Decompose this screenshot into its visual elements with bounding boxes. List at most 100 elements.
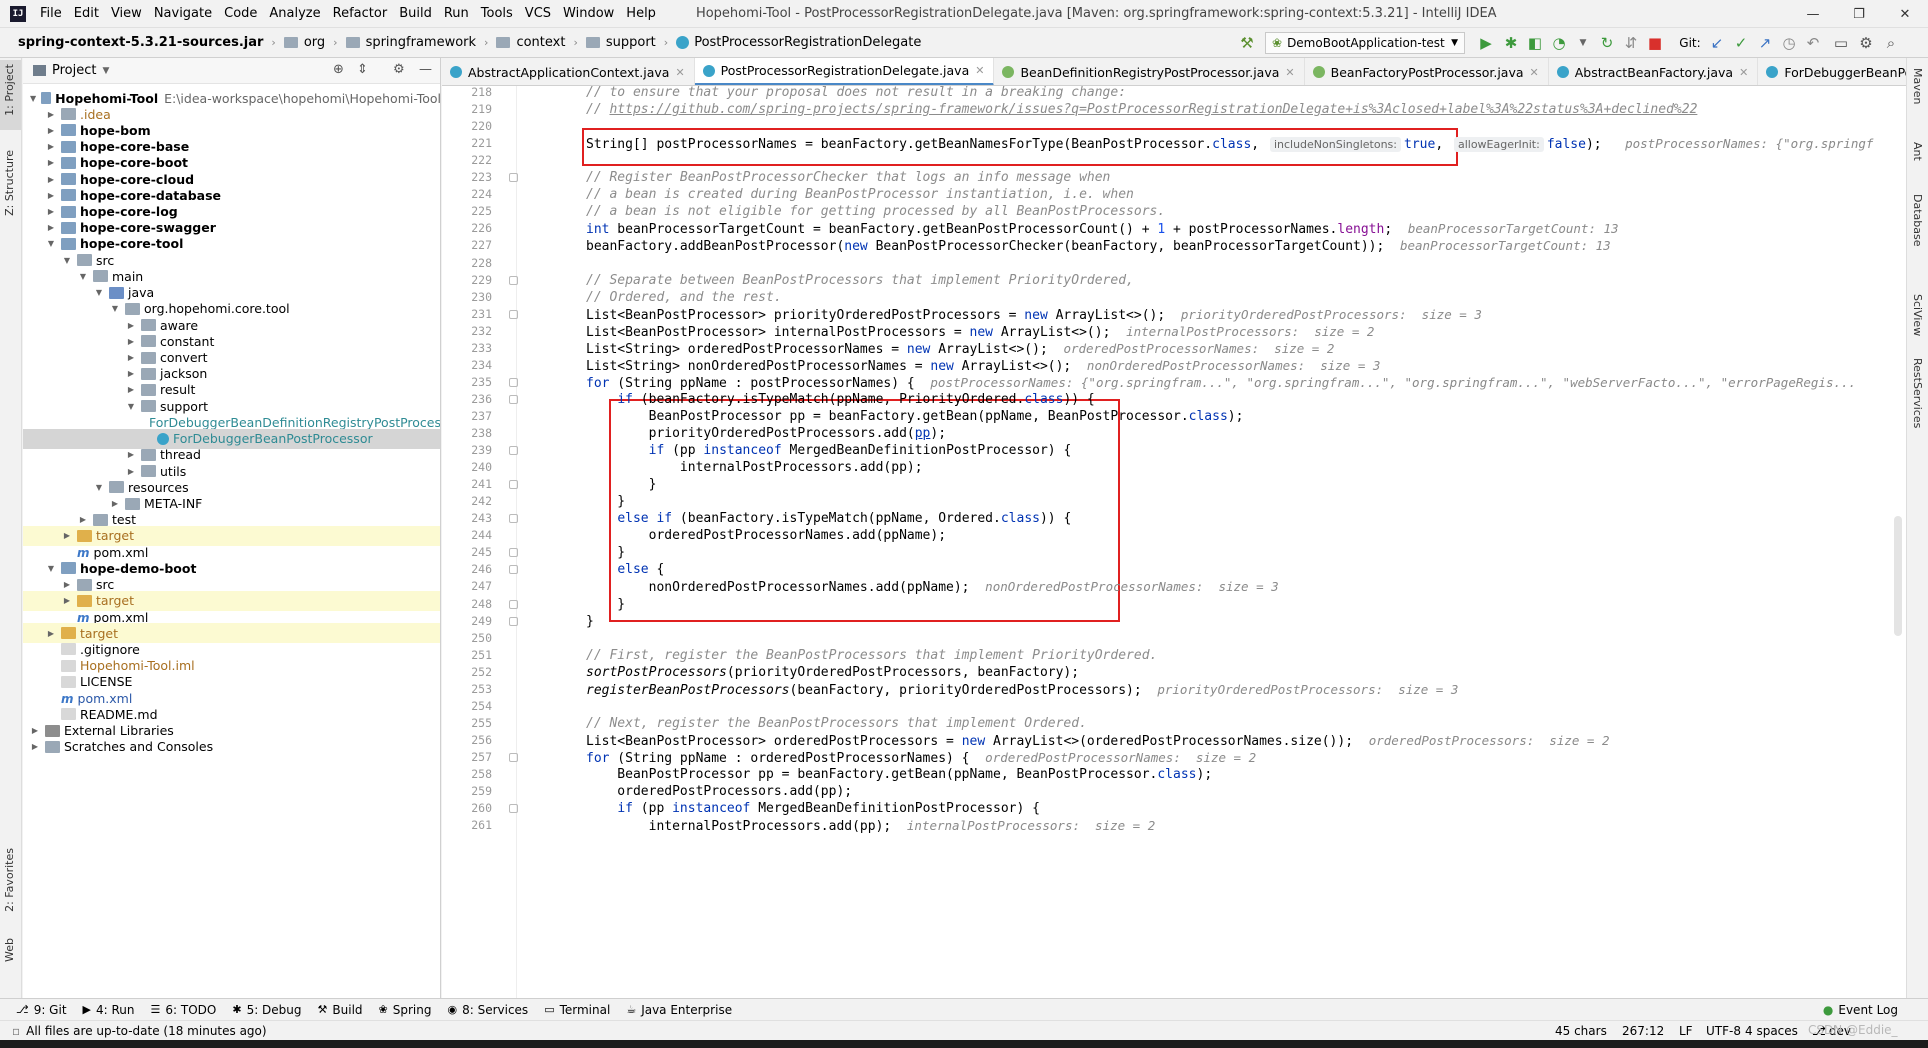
fold-marker-icon[interactable]: [509, 752, 518, 762]
fold-marker-icon[interactable]: [509, 548, 518, 558]
event-log-tab[interactable]: ● Event Log: [1823, 1003, 1898, 1017]
git-history-icon[interactable]: ◷: [1778, 33, 1800, 53]
expand-arrow-icon[interactable]: ▼: [45, 239, 57, 248]
build-hammer-icon[interactable]: ⚒: [1236, 33, 1258, 53]
collapse-arrow-icon[interactable]: ▶: [45, 110, 57, 119]
bottom-tool-debug[interactable]: ✱ 5: Debug: [232, 1003, 301, 1017]
menu-edit[interactable]: Edit: [68, 0, 105, 28]
menu-run[interactable]: Run: [438, 0, 475, 28]
fold-marker-icon[interactable]: [509, 394, 518, 404]
breadcrumb-item[interactable]: spring-context-5.3.21-sources.jar: [18, 35, 263, 50]
close-tab-icon[interactable]: ✕: [675, 66, 684, 79]
close-button[interactable]: ✕: [1882, 0, 1928, 28]
editor-tab[interactable]: BeanFactoryPostProcessor.java ✕: [1305, 58, 1549, 85]
run-icon[interactable]: ▶: [1475, 33, 1497, 53]
stop-icon[interactable]: ■: [1644, 33, 1666, 53]
settings-icon[interactable]: ⚙: [1855, 33, 1877, 53]
maven-tool-tab[interactable]: Maven: [1911, 68, 1924, 104]
collapse-arrow-icon[interactable]: ▶: [29, 726, 41, 735]
status-caret-position[interactable]: 267:12: [1622, 1024, 1664, 1038]
collapse-arrow-icon[interactable]: ▶: [45, 142, 57, 151]
fold-marker-icon[interactable]: [509, 275, 518, 285]
expand-arrow-icon[interactable]: ▼: [45, 564, 57, 573]
collapse-arrow-icon[interactable]: ▶: [45, 223, 57, 232]
database-tool-tab[interactable]: Database: [1911, 194, 1924, 247]
favorites-tool-tab[interactable]: 2: Favorites: [3, 848, 16, 912]
git-rollback-icon[interactable]: ↶: [1802, 33, 1824, 53]
menu-navigate[interactable]: Navigate: [148, 0, 218, 28]
chevron-down-icon[interactable]: ▼: [102, 66, 109, 76]
ant-tool-tab[interactable]: Ant: [1911, 142, 1924, 161]
close-tab-icon[interactable]: ✕: [1739, 66, 1748, 79]
fold-marker-icon[interactable]: [509, 480, 518, 490]
restservices-tool-tab[interactable]: RestServices: [1911, 358, 1924, 428]
collapse-arrow-icon[interactable]: ▶: [77, 515, 89, 524]
menu-help[interactable]: Help: [620, 0, 662, 28]
fold-marker-icon[interactable]: [509, 309, 518, 319]
bottom-tool-spring[interactable]: ❀ Spring: [379, 1003, 432, 1017]
project-panel-title[interactable]: Project: [52, 63, 96, 78]
fold-marker-icon[interactable]: [509, 446, 518, 456]
menu-analyze[interactable]: Analyze: [263, 0, 326, 28]
collapse-arrow-icon[interactable]: ▶: [125, 369, 137, 378]
coverage-icon[interactable]: ◧: [1524, 33, 1546, 53]
bottom-tool-todo[interactable]: ☰ 6: TODO: [151, 1003, 217, 1017]
bottom-tool-git[interactable]: ⎇ 9: Git: [16, 1003, 67, 1017]
menu-vcs[interactable]: VCS: [519, 0, 557, 28]
locate-file-icon[interactable]: ⊕: [333, 62, 344, 77]
structure-tool-tab[interactable]: Z: Structure: [3, 150, 16, 216]
fold-marker-icon[interactable]: [509, 173, 518, 183]
breadcrumb-item[interactable]: PostProcessorRegistrationDelegate: [676, 35, 921, 50]
expand-arrow-icon[interactable]: ▼: [125, 402, 137, 411]
sciview-tool-tab[interactable]: SciView: [1911, 294, 1924, 336]
fold-marker-icon[interactable]: [509, 565, 518, 575]
collapse-arrow-icon[interactable]: ▶: [125, 321, 137, 330]
fold-marker-icon[interactable]: [509, 599, 518, 609]
project-tool-tab[interactable]: 1: Project: [3, 64, 16, 116]
status-tool-windows-icon[interactable]: ▫: [12, 1024, 20, 1038]
expand-arrow-icon[interactable]: ▼: [109, 304, 121, 313]
menu-build[interactable]: Build: [393, 0, 438, 28]
gear-icon[interactable]: ⚙: [393, 62, 405, 77]
collapse-arrow-icon[interactable]: ▶: [109, 499, 121, 508]
search-icon[interactable]: ⌕: [1880, 33, 1902, 53]
expand-arrow-icon[interactable]: ▼: [29, 94, 37, 103]
close-tab-icon[interactable]: ✕: [1285, 66, 1294, 79]
bottom-tool-java-enterprise[interactable]: ☕ Java Enterprise: [626, 1003, 732, 1017]
bottom-tool-build[interactable]: ⚒ Build: [318, 1003, 363, 1017]
status-encoding[interactable]: UTF-8: [1706, 1024, 1741, 1038]
close-tab-icon[interactable]: ✕: [975, 64, 984, 77]
collapse-arrow-icon[interactable]: ▶: [45, 175, 57, 184]
collapse-arrow-icon[interactable]: ▶: [125, 450, 137, 459]
fold-marker-icon[interactable]: [509, 616, 518, 626]
collapse-arrow-icon[interactable]: ▶: [29, 742, 41, 751]
maximize-button[interactable]: ❐: [1836, 0, 1882, 28]
search-everywhere-icon[interactable]: ▭: [1830, 33, 1852, 53]
collapse-arrow-icon[interactable]: ▶: [125, 337, 137, 346]
close-tab-icon[interactable]: ✕: [1530, 66, 1539, 79]
breadcrumb-item[interactable]: org: [283, 35, 325, 50]
collapse-arrow-icon[interactable]: ▶: [61, 531, 73, 540]
editor-tab[interactable]: AbstractApplicationContext.java ✕: [442, 58, 695, 85]
collapse-arrow-icon[interactable]: ▶: [125, 385, 137, 394]
menu-file[interactable]: File: [34, 0, 68, 28]
editor-tab[interactable]: ForDebuggerBeanPostProcessor✕: [1758, 58, 1906, 85]
breadcrumb-item[interactable]: context: [496, 35, 565, 50]
menu-refactor[interactable]: Refactor: [327, 0, 394, 28]
update-running-icon[interactable]: ⇵: [1620, 33, 1642, 53]
bottom-tool-terminal[interactable]: ▭ Terminal: [544, 1003, 610, 1017]
bottom-tool-run[interactable]: ▶ 4: Run: [83, 1003, 135, 1017]
hide-panel-icon[interactable]: —: [419, 62, 432, 77]
collapse-arrow-icon[interactable]: ▶: [125, 353, 137, 362]
tree-node[interactable]: ▶ Scratches and Consoles: [23, 737, 440, 757]
menu-window[interactable]: Window: [557, 0, 620, 28]
web-tool-tab[interactable]: Web: [3, 938, 16, 962]
menu-code[interactable]: Code: [218, 0, 263, 28]
status-indent[interactable]: 4 spaces: [1745, 1024, 1798, 1038]
profile-icon[interactable]: ◔: [1548, 33, 1570, 53]
breadcrumb-item[interactable]: springframework: [345, 35, 476, 50]
editor-tab[interactable]: PostProcessorRegistrationDelegate.java ✕: [694, 58, 995, 85]
collapse-arrow-icon[interactable]: ▶: [45, 629, 57, 638]
expand-arrow-icon[interactable]: ▼: [77, 272, 89, 281]
editor-tab[interactable]: AbstractBeanFactory.java ✕: [1549, 58, 1759, 85]
